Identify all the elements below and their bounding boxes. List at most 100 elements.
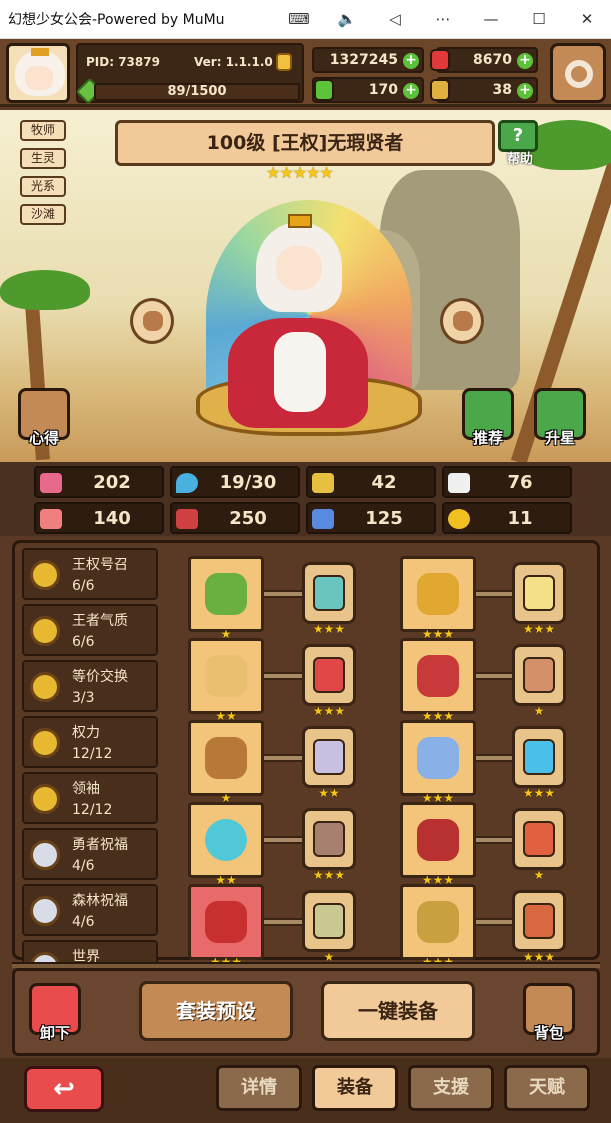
notes-button[interactable]: 心得 [18, 388, 74, 450]
stat-magic: 250 [170, 502, 300, 534]
help-button[interactable]: ? 帮助 [498, 120, 542, 170]
equip-slot-orb[interactable]: ★★ [188, 802, 264, 887]
stats-panel: 202 19/30 42 76 140 250 125 11 [0, 462, 611, 536]
recommend-button[interactable]: 推荐 [462, 388, 518, 450]
gem-slot[interactable]: ★★★ [512, 890, 566, 964]
coin-small-icon [276, 53, 292, 71]
more-icon[interactable]: ⋯ [419, 0, 467, 39]
equip-slot-crown[interactable]: ★★★ [400, 556, 476, 641]
gem-slot[interactable]: ★★★ [512, 562, 566, 636]
necklace-icon [205, 737, 247, 779]
next-hero-button[interactable] [440, 298, 484, 344]
coin-icon [30, 672, 60, 702]
top-bar: PID: 73879 Ver: 1.1.1.0 89/1500 1327245 … [0, 39, 611, 107]
add-key-button[interactable]: + [517, 83, 533, 99]
skill-item[interactable]: 领袖 12/12 [22, 772, 158, 824]
equip-slot-necklace[interactable]: ★ [188, 720, 264, 805]
crown-icon [417, 573, 459, 615]
close-button[interactable]: ✕ [563, 0, 611, 39]
shield-icon [205, 655, 247, 697]
skill-item[interactable]: 王者气质 6/6 [22, 604, 158, 656]
boot-icon [312, 509, 334, 529]
notes-label: 心得 [28, 429, 59, 447]
add-ruby-button[interactable]: + [517, 53, 533, 69]
bag-button[interactable]: 背包 [523, 983, 579, 1045]
equip-slot-helmet[interactable]: ★★★ [400, 720, 476, 805]
clover-value: 170 [368, 82, 398, 98]
equip-slot-weapon[interactable]: ★ [188, 556, 264, 641]
add-clover-button[interactable]: + [403, 83, 419, 99]
bottom-nav: ↩ 详情 装备 支援 天赋 [0, 1058, 611, 1123]
prev-hero-button[interactable] [130, 298, 174, 344]
hero-portrait[interactable] [228, 214, 368, 428]
tab-equipment[interactable]: 装备 [312, 1065, 398, 1111]
skill-list[interactable]: 王权号召 6/6 王者气质 6/6 等价交换 3/3 权力 12/12 领袖 12/12 … [22, 548, 160, 964]
horseshoe-icon [448, 509, 470, 529]
volume-icon[interactable]: 🔈 [323, 0, 371, 39]
back-button[interactable]: ↩ [24, 1066, 104, 1112]
tag-class: 牧师 [20, 120, 66, 141]
clover-counter: 170 + [312, 77, 424, 103]
hero-name: 100级 [王权]无瑕贤者 [115, 120, 495, 166]
skill-item[interactable]: 等价交换 3/3 [22, 660, 158, 712]
tag-race: 生灵 [20, 148, 66, 169]
stat-hp: 202 [34, 466, 164, 498]
stat-mana: 19/30 [170, 466, 300, 498]
preset-button[interactable]: 套装预设 [139, 981, 293, 1041]
gem-icon [523, 821, 555, 857]
gem-slot[interactable]: ★ [512, 808, 566, 882]
stat-luck: 11 [442, 502, 572, 534]
silver-coin-icon [30, 896, 60, 926]
skill-item[interactable]: 王权号召 6/6 [22, 548, 158, 600]
tab-details[interactable]: 详情 [216, 1065, 302, 1111]
equip-slot-belt[interactable]: ★★★ [400, 802, 476, 887]
player-info-panel: PID: 73879 Ver: 1.1.1.0 89/1500 [75, 43, 304, 105]
player-id: PID: 73879 [86, 55, 160, 69]
gem-icon [523, 575, 555, 611]
action-bar: 卸下 套装预设 一键装备 背包 [12, 968, 600, 1056]
silver-coin-icon [30, 840, 60, 870]
clover-icon [314, 79, 334, 101]
unequip-button[interactable]: 卸下 [29, 983, 85, 1045]
skill-item[interactable]: 世界 [22, 940, 158, 964]
upgrade-star-label: 升星 [544, 429, 575, 447]
gem-slot[interactable]: ★★ [302, 726, 356, 800]
tab-support[interactable]: 支援 [408, 1065, 494, 1111]
skill-item[interactable]: 勇者祝福 4/6 [22, 828, 158, 880]
keyboard-icon[interactable]: ⌨ [275, 0, 323, 39]
gem-slot[interactable]: ★★★ [302, 644, 356, 718]
gem-slot[interactable]: ★ [302, 890, 356, 964]
auto-equip-button[interactable]: 一键装备 [321, 981, 475, 1041]
coin-icon [30, 784, 60, 814]
gem-icon [313, 821, 345, 857]
tab-talent[interactable]: 天赋 [504, 1065, 590, 1111]
skill-item[interactable]: 权力 12/12 [22, 716, 158, 768]
gem-slot[interactable]: ★★★ [512, 726, 566, 800]
gear-icon [565, 60, 593, 88]
tag-element: 光系 [20, 176, 66, 197]
equip-slot-ring[interactable]: ★★★ [188, 884, 264, 969]
gem-icon [313, 575, 345, 611]
player-avatar[interactable] [6, 43, 70, 103]
staff-icon [205, 573, 247, 615]
equip-slot-shield[interactable]: ★★ [188, 638, 264, 723]
helmet-icon [417, 737, 459, 779]
maximize-button[interactable]: ☐ [515, 0, 563, 39]
back-icon[interactable]: ◁ [371, 0, 419, 39]
settings-button[interactable] [550, 43, 606, 103]
coin-icon [30, 728, 60, 758]
upgrade-star-button[interactable]: 升星 [534, 388, 590, 450]
gem-slot[interactable]: ★★★ [302, 562, 356, 636]
gem-slot[interactable]: ★★★ [302, 808, 356, 882]
ring-icon [205, 901, 247, 943]
recommend-label: 推荐 [472, 429, 503, 447]
character-scene: 牧师 生灵 光系 沙滩 100级 [王权]无瑕贤者 ★★★★★ ? 帮助 心得 … [0, 110, 611, 462]
equip-slot-armor[interactable]: ★★★ [400, 638, 476, 723]
equip-slot-boots[interactable]: ★★★ [400, 884, 476, 969]
add-gold-button[interactable]: + [403, 53, 419, 69]
coin-icon [30, 560, 60, 590]
skill-item[interactable]: 森林祝福 4/6 [22, 884, 158, 936]
ruby-counter: 8670 + [430, 47, 538, 73]
minimize-button[interactable]: — [467, 0, 515, 39]
gem-slot[interactable]: ★ [512, 644, 566, 718]
